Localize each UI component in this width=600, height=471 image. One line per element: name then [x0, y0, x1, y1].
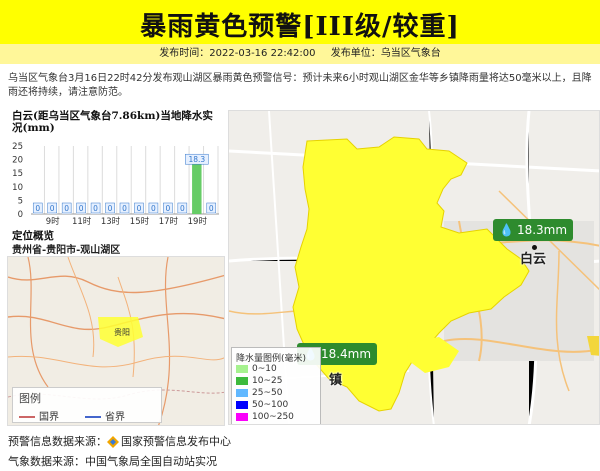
legend-title: 图例	[19, 392, 41, 405]
publisher: 发布单位：乌当区气象台	[330, 48, 441, 59]
warning-source-name[interactable]: 国家预警信息发布中心	[121, 435, 231, 448]
x-tick-label: 11时	[72, 216, 92, 227]
warning-source-label: 预警信息数据来源：	[8, 435, 107, 448]
rain-bubble-jinhua-value: 18.4mm	[320, 347, 372, 361]
precipitation-swatch	[236, 412, 248, 421]
precipitation-legend-row: 10~25	[236, 376, 282, 387]
y-tick-label: 5	[18, 196, 23, 206]
city-label-jinhua: 镇	[329, 373, 343, 388]
x-tick-label: 9时	[46, 216, 60, 227]
raindrop-icon: 💧	[499, 223, 514, 237]
warning-summary: 乌当区气象台3月16日22时42分发布观山湖区暴雨黄色预警信号：预计未来6小时观…	[8, 73, 592, 98]
data-label: 0	[93, 204, 98, 213]
data-label: 0	[137, 204, 142, 213]
data-label: 0	[180, 204, 185, 213]
precipitation-swatch	[236, 364, 248, 373]
warning-header: 暴雨黄色预警[III级/较重] 发布时间：2022-03-16 22:42:00…	[0, 0, 600, 64]
precipitation-legend-label: 50~100	[252, 400, 289, 410]
data-label: 0	[35, 204, 40, 213]
precipitation-swatch	[236, 388, 248, 397]
data-label: 0	[79, 204, 84, 213]
rain-bubble-baiyun[interactable]: 💧 18.3mm	[493, 219, 574, 241]
precipitation-bar	[192, 164, 202, 214]
precipitation-legend-label: 100~250	[252, 412, 294, 422]
precipitation-legend-label: 10~25	[252, 376, 283, 386]
overview-map[interactable]: 贵阳 图例 国界 省界	[7, 256, 225, 426]
precipitation-legend-label: 25~50	[252, 388, 283, 398]
data-label: 0	[151, 204, 156, 213]
precipitation-swatch	[236, 376, 248, 385]
data-label: 0	[209, 204, 214, 213]
precipitation-legend-title: 降水量图例(毫米)	[236, 354, 307, 364]
data-label: 0	[108, 204, 113, 213]
publish-time: 发布时间：2022-03-16 22:42:00	[159, 48, 316, 59]
y-tick-label: 15	[12, 169, 23, 179]
precipitation-legend-row: 50~100	[236, 400, 288, 411]
data-label: 0	[64, 204, 69, 213]
mini-map-city-label: 贵阳	[114, 327, 130, 337]
x-tick-label: 19时	[188, 216, 208, 227]
chart-svg: 05101520250 0 0 0 0 0 0 0 0 0 018.309时 11时 13时 15时 17时…	[12, 142, 219, 227]
rain-bubble-baiyun-value: 18.3mm	[516, 223, 568, 237]
x-tick-label: 15时	[130, 216, 150, 227]
legend-provincial: 省界	[85, 408, 125, 423]
warning-area-map[interactable]: 💧18.3mm 白云 💧 18.4mm 镇 降水量图例(毫米) 0~10 10~25…	[228, 110, 600, 425]
page-title: 暴雨黄色预警[III级/较重]	[140, 12, 460, 42]
provincial-border-swatch	[85, 416, 101, 418]
warning-source: 预警信息数据来源： 国家预警信息发布中心	[8, 433, 598, 449]
y-tick-label: 0	[18, 210, 23, 220]
weather-source: 气象数据来源：中国气象局全国自动站实况	[8, 455, 217, 468]
precipitation-legend-label: 0~10	[252, 364, 277, 374]
legend-provincial-label: 省界	[105, 412, 125, 423]
data-label: 0	[122, 204, 127, 213]
y-tick-label: 10	[12, 183, 23, 193]
left-panel: 白云(距乌当区气象台7.86km)当地降水实况(mm) 0 5 10 15 20 25 0 0…	[7, 110, 225, 426]
city-label-baiyun: 白云	[520, 252, 547, 267]
x-tick-label: 13时	[101, 216, 121, 227]
precipitation-legend: 降水量图例(毫米) 0~10 10~25 25~50 50~100 100~250	[231, 347, 321, 424]
data-label: 18.3	[188, 155, 205, 164]
legend-national: 国界	[19, 408, 59, 423]
y-tick-label: 20	[12, 156, 23, 166]
chart-title: 白云(距乌当区气象台7.86km)当地降水实况(mm)	[12, 110, 213, 134]
precipitation-legend-row: 100~250	[236, 412, 294, 423]
national-border-swatch	[19, 416, 35, 418]
map-legend: 图例 国界 省界	[12, 387, 162, 423]
publish-info-bar: 发布时间：2022-03-16 22:42:00 发布单位：乌当区气象台	[0, 44, 600, 64]
x-tick-label: 17时	[159, 216, 179, 227]
publisher-logo-icon	[107, 436, 119, 448]
y-tick-label: 25	[12, 142, 23, 152]
location-text: 贵州省-贵阳市-观山湖区	[12, 245, 121, 256]
precipitation-swatch	[236, 400, 248, 409]
data-label: 0	[165, 204, 170, 213]
precipitation-legend-row: 0~10	[236, 364, 277, 375]
legend-national-label: 国界	[39, 412, 59, 423]
data-label: 0	[50, 204, 55, 213]
precipitation-legend-row: 25~50	[236, 388, 282, 399]
